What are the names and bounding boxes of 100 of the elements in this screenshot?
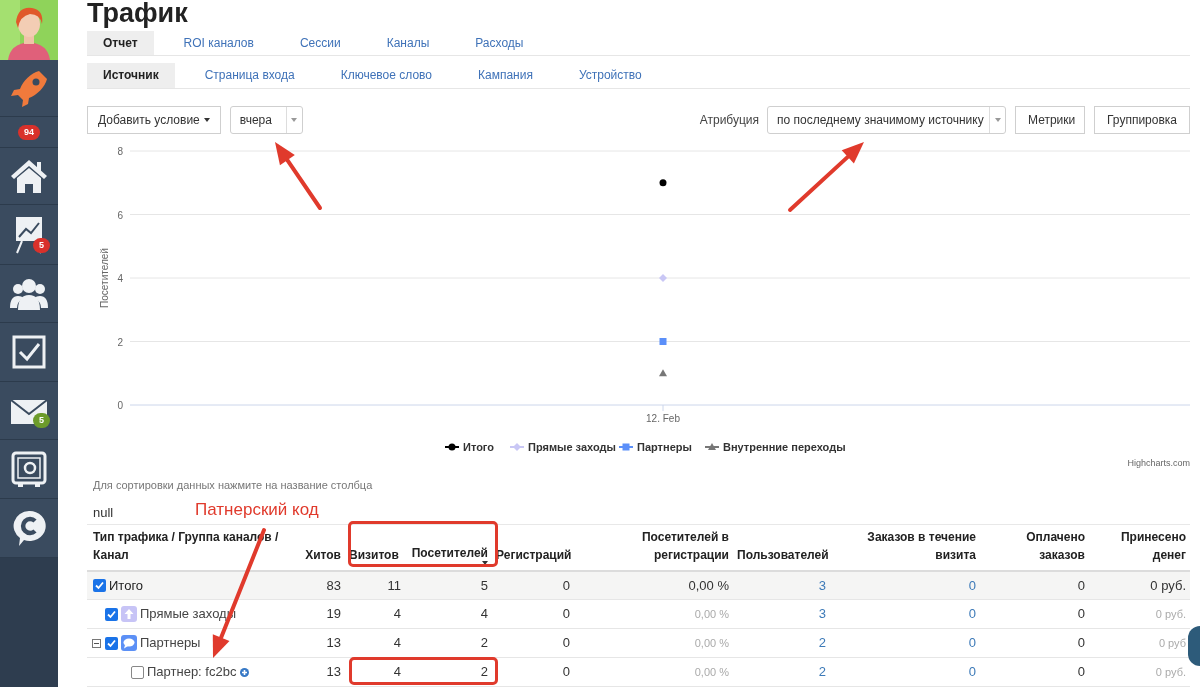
table-cell: 4 xyxy=(393,635,401,651)
toolbar-button[interactable]: Метрики xyxy=(1015,105,1085,134)
table-cell: 2 xyxy=(480,664,488,680)
sidebar-item[interactable] xyxy=(0,499,58,558)
table-link[interactable]: 2 xyxy=(818,664,826,680)
tab[interactable]: Ключевое слово xyxy=(324,62,448,88)
table-link[interactable]: 0 xyxy=(968,577,976,593)
up-arrow-icon xyxy=(121,606,137,622)
notification-badge: 5 xyxy=(33,238,50,253)
page-title: Трафик xyxy=(87,0,188,28)
table-cell: 4 xyxy=(393,606,401,622)
table-cell: 4 xyxy=(480,606,488,622)
tab[interactable]: Каналы xyxy=(370,30,446,55)
sidebar-item[interactable]: 5 xyxy=(0,205,58,265)
legend-item[interactable]: Внутренние переходы xyxy=(704,440,846,453)
column-header[interactable]: Заказов в течение визита xyxy=(830,524,980,571)
axis-title: Посетителей xyxy=(99,247,110,308)
table-cell: 0,00 % xyxy=(688,577,729,593)
table-cell: 0,00 % xyxy=(694,666,729,679)
column-header[interactable]: Хитов xyxy=(300,524,345,571)
data-point xyxy=(659,178,667,186)
row-label: Партнеры xyxy=(140,634,201,653)
table-link[interactable]: 3 xyxy=(818,606,826,622)
column-header[interactable]: Принесено денег xyxy=(1089,524,1190,571)
table-cell: 0 руб xyxy=(1158,637,1186,650)
speech-bubble-icon xyxy=(121,635,137,651)
column-header[interactable]: Оплачено заказов xyxy=(980,524,1089,571)
data-point xyxy=(659,368,667,376)
attribution-label: Атрибуция xyxy=(699,111,759,129)
table-link[interactable]: 0 xyxy=(968,606,976,622)
table-cell: 5 xyxy=(480,577,488,593)
caret-icon xyxy=(203,117,210,122)
checkbox[interactable] xyxy=(105,607,118,621)
table-cell: 0 xyxy=(1077,635,1085,651)
table-link[interactable]: 0 xyxy=(968,635,976,651)
table-cell: 13 xyxy=(326,664,341,680)
table-cell: 2 xyxy=(480,635,488,651)
tab[interactable]: Устройство xyxy=(562,62,658,88)
legend-item[interactable]: Партнеры xyxy=(618,440,692,453)
legend-label: Итого xyxy=(463,440,495,453)
column-header[interactable]: Визитов xyxy=(345,524,405,571)
checkbox[interactable] xyxy=(93,578,106,592)
tab[interactable]: ROI каналов xyxy=(167,30,270,55)
table-cell: 0 руб. xyxy=(1150,577,1186,593)
tab[interactable]: Источник xyxy=(87,62,175,88)
table-cell: 13 xyxy=(326,635,341,651)
chart-credit[interactable]: Highcharts.com xyxy=(1127,455,1190,470)
table-cell: 0 xyxy=(562,577,570,593)
checkbox[interactable] xyxy=(105,636,118,650)
data-point xyxy=(659,337,667,345)
toolbar-button[interactable]: Группировка xyxy=(1094,105,1190,134)
checkbox-icon xyxy=(11,334,47,370)
axis-tick-label: 8 xyxy=(117,145,123,157)
house-icon xyxy=(9,157,49,195)
sidebar-item[interactable]: 94 xyxy=(0,117,58,148)
table-cell: 0 xyxy=(562,664,570,680)
period-select[interactable]: вчера xyxy=(229,105,303,134)
sidebar-item[interactable] xyxy=(0,265,58,323)
sidebar-item[interactable] xyxy=(0,323,58,382)
add-condition-button[interactable]: Добавить условие xyxy=(87,105,221,134)
sidebar-item[interactable] xyxy=(0,60,58,117)
table-cell: 11 xyxy=(387,577,401,593)
table-cell: 0 xyxy=(1077,606,1085,622)
table-link[interactable]: 2 xyxy=(818,635,826,651)
tab[interactable]: Кампания xyxy=(462,62,549,88)
legend-item[interactable]: Прямые заходы xyxy=(509,440,616,453)
tab[interactable]: Страница входа xyxy=(188,62,311,88)
caret-icon xyxy=(291,117,298,122)
collapse-toggle[interactable] xyxy=(92,638,101,648)
checkbox[interactable] xyxy=(131,665,144,679)
column-header[interactable]: Посетителей в регистрации xyxy=(574,524,733,571)
table-cell: 0,00 % xyxy=(694,637,729,650)
column-header[interactable]: Посетителей xyxy=(405,524,492,571)
data-point xyxy=(659,273,667,282)
tab[interactable]: Сессии xyxy=(283,30,357,55)
attribution-select[interactable]: по последнему значимому источнику xyxy=(767,105,1006,134)
row-label: Итого xyxy=(109,576,144,595)
annotation-arrow xyxy=(275,142,322,210)
plus-circle-icon[interactable] xyxy=(240,667,250,677)
axis-tick-label: 12. Feb xyxy=(646,412,680,424)
column-header[interactable]: Пользователей xyxy=(733,524,830,571)
chat-button[interactable] xyxy=(1188,626,1200,666)
table-cell: 0 руб. xyxy=(1155,666,1186,679)
sidebar-item[interactable] xyxy=(0,440,58,499)
sidebar-item[interactable] xyxy=(0,148,58,205)
table-link[interactable]: 3 xyxy=(818,577,826,593)
table-cell: 19 xyxy=(326,606,341,622)
table-cell: 83 xyxy=(326,577,341,593)
table-cell: 0 xyxy=(562,635,570,651)
legend-item[interactable]: Итого xyxy=(444,440,495,453)
column-header[interactable]: Регистраций xyxy=(492,524,574,571)
table-link[interactable]: 0 xyxy=(968,664,976,680)
table-cell: 0 xyxy=(1077,577,1085,593)
table-caption: null xyxy=(93,504,114,520)
tab[interactable]: Расходы xyxy=(459,30,540,55)
tab[interactable]: Отчет xyxy=(87,30,154,55)
sort-hint: Для сортировки данных нажмите на название столбца xyxy=(93,478,373,491)
legend-label: Партнеры xyxy=(637,440,692,453)
table-cell: 0 xyxy=(1077,664,1085,680)
legend-label: Прямые заходы xyxy=(528,440,616,453)
